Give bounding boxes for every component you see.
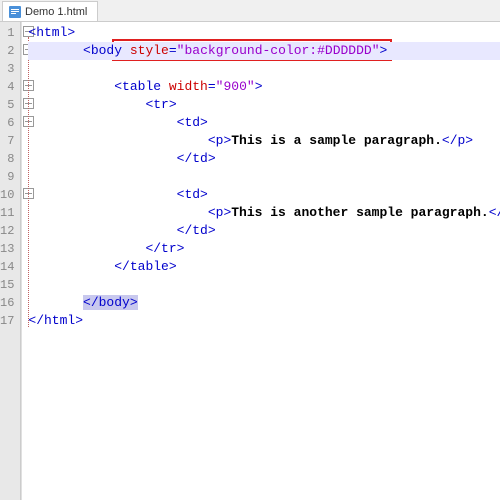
code-line: <p>This is a sample paragraph.</p> xyxy=(28,132,500,150)
file-icon xyxy=(9,6,21,18)
line-number: 9 xyxy=(0,168,14,186)
line-number: 7 xyxy=(0,132,14,150)
tab-filename: Demo 1.html xyxy=(25,6,87,18)
line-number: 5 xyxy=(0,96,14,114)
tab-bar: Demo 1.html xyxy=(0,0,500,22)
line-number: 11 xyxy=(0,204,14,222)
code-line: </tr> xyxy=(28,240,500,258)
code-area[interactable]: <html> <body style="background-color:#DD… xyxy=(22,22,500,500)
code-line: </html> xyxy=(28,312,500,330)
line-number: 14 xyxy=(0,258,14,276)
code-line xyxy=(28,276,500,294)
code-line: <table width="900"> xyxy=(28,78,500,96)
code-line: </td> xyxy=(28,222,500,240)
code-line: </td> xyxy=(28,150,500,168)
line-number: 1 xyxy=(0,24,14,42)
line-number: 12 xyxy=(0,222,14,240)
code-line: </body> xyxy=(28,294,500,312)
code-line: <tr> xyxy=(28,96,500,114)
line-number: 13 xyxy=(0,240,14,258)
code-line: </table> xyxy=(28,258,500,276)
code-line: <td> xyxy=(28,186,500,204)
code-line: <html> xyxy=(28,24,500,42)
code-line: <body style="background-color:#DDDDDD"> xyxy=(28,42,500,60)
line-number: 3 xyxy=(0,60,14,78)
line-number: 16 xyxy=(0,294,14,312)
line-number-gutter: 1 2 3 4 5 6 7 8 9 10 11 12 13 14 15 16 1… xyxy=(0,22,21,500)
line-number: 4 xyxy=(0,78,14,96)
line-number: 15 xyxy=(0,276,14,294)
line-number: 2 xyxy=(0,42,14,60)
code-line: <td> xyxy=(28,114,500,132)
line-number: 6 xyxy=(0,114,14,132)
file-tab[interactable]: Demo 1.html xyxy=(2,1,98,21)
line-number: 10 xyxy=(0,186,14,204)
code-editor[interactable]: 1 2 3 4 5 6 7 8 9 10 11 12 13 14 15 16 1… xyxy=(0,22,500,500)
line-number: 17 xyxy=(0,312,14,330)
code-line: <p>This is another sample paragraph.</p xyxy=(28,204,500,222)
code-line xyxy=(28,60,500,78)
code-line xyxy=(28,168,500,186)
line-number: 8 xyxy=(0,150,14,168)
